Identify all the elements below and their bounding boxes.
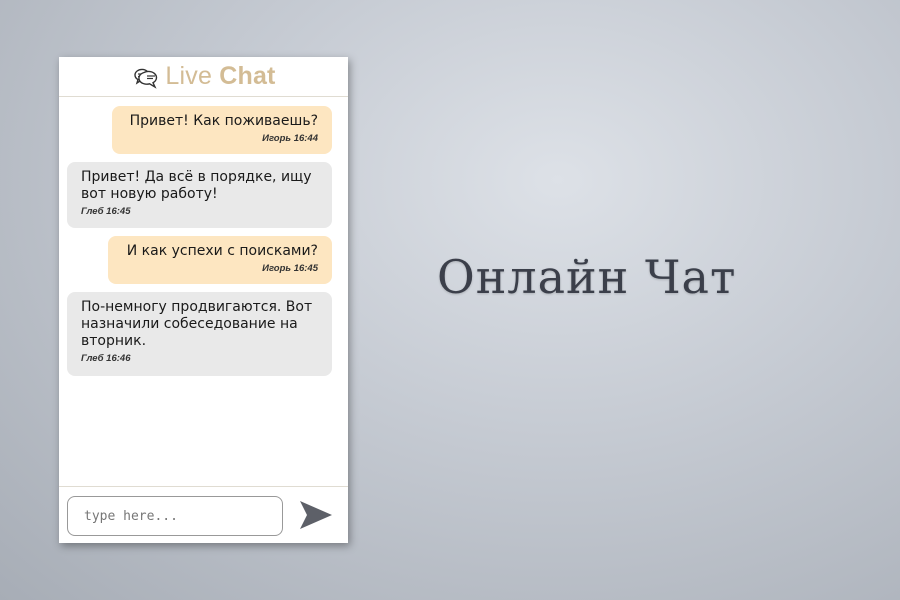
composer bbox=[59, 486, 348, 543]
message-input[interactable] bbox=[67, 496, 283, 536]
send-icon[interactable] bbox=[299, 500, 333, 530]
message-outgoing: Привет! Как поживаешь? Игорь 16:44 bbox=[112, 106, 332, 154]
message-incoming: По-немногу продвигаются. Вот назначили с… bbox=[67, 292, 332, 376]
message-text: Привет! Как поживаешь? bbox=[129, 113, 318, 129]
message-text: Привет! Да всё в порядке, ищу вот новую … bbox=[81, 169, 312, 202]
message-meta: Глеб 16:45 bbox=[81, 206, 131, 217]
chat-header: Live Chat bbox=[59, 57, 348, 97]
message-meta: Игорь 16:44 bbox=[262, 133, 318, 144]
page-headline: Онлайн Чат bbox=[437, 250, 737, 304]
message-outgoing: И как успехи с поисками? Игорь 16:45 bbox=[108, 236, 332, 284]
message-text: По-немногу продвигаются. Вот назначили с… bbox=[81, 299, 313, 349]
message-text: И как успехи с поисками? bbox=[126, 243, 318, 259]
message-meta: Глеб 16:46 bbox=[81, 353, 131, 364]
chat-bubbles-icon bbox=[134, 68, 158, 89]
message-incoming: Привет! Да всё в порядке, ищу вот новую … bbox=[67, 162, 332, 228]
chat-title: Live Chat bbox=[165, 62, 276, 90]
message-meta: Игорь 16:45 bbox=[262, 263, 318, 274]
chat-window: Live Chat Привет! Как поживаешь? Игорь 1… bbox=[59, 57, 348, 543]
